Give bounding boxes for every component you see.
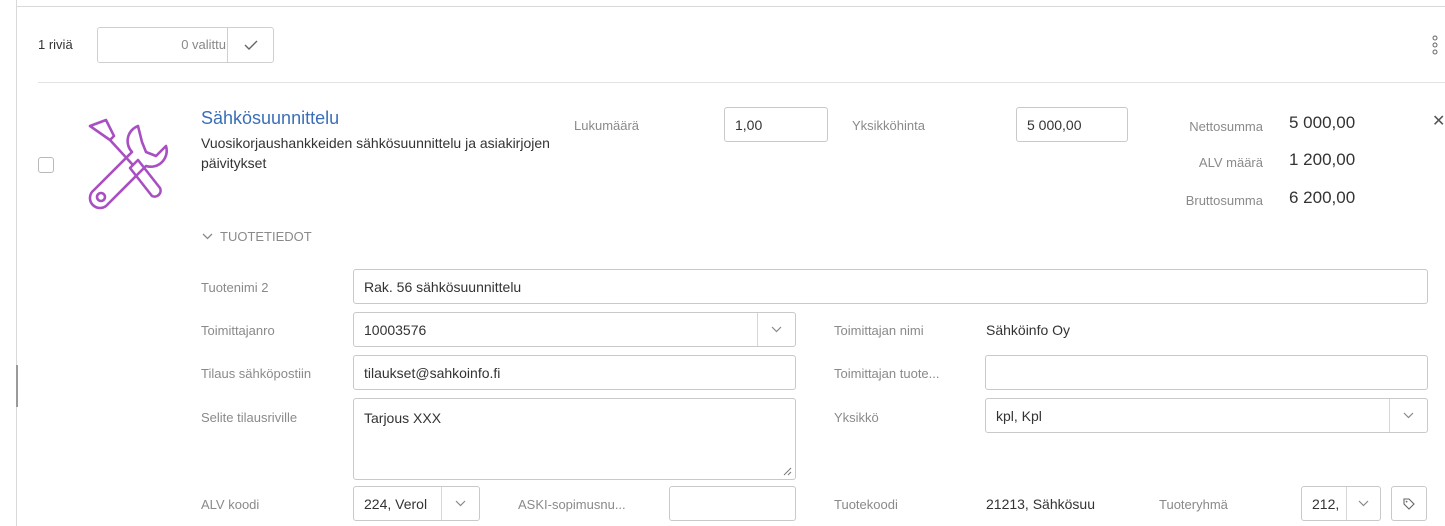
vat-code-value: 224, Verol [364,495,428,512]
select-all-button[interactable] [227,28,273,62]
product-code-value: 21213, Sähkösuu [986,496,1095,512]
product-group-select[interactable]: 212, [1301,486,1381,521]
product-name2-input[interactable]: Rak. 56 sähkösuunnittelu [353,269,1428,304]
gross-sum-label: Bruttosumma [1185,193,1263,208]
section-label: TUOTETIEDOT [220,229,312,244]
check-icon [244,40,257,50]
product-title[interactable]: Sähkösuunnittelu [201,108,339,129]
tag-icon [1403,497,1415,510]
vat-amount-value: 1 200,00 [1289,150,1356,169]
supplier-no-label: Toimittajanro [201,323,275,338]
product-details-toggle[interactable]: TUOTETIEDOT [202,229,312,244]
unit-select[interactable]: kpl, Kpl [985,398,1428,433]
aski-label: ASKI-sopimusnu... [518,497,626,512]
supplier-no-value: 10003576 [364,321,427,338]
vat-amount-label: ALV määrä [1198,155,1263,170]
selection-counter: 0 valittu [97,27,274,63]
frame-border-top [16,6,1445,7]
vat-code-label: ALV koodi [201,497,260,512]
net-sum-label: Nettosumma [1189,119,1263,134]
row-count: 1 riviä [38,37,73,52]
gross-sum-value: 6 200,00 [1289,188,1356,207]
net-sum-value: 5 000,00 [1289,113,1356,132]
product-description: Vuosikorjaushankkeiden sähkösuunnittelu … [201,135,550,171]
tag-button[interactable] [1391,486,1427,521]
resize-grip-icon[interactable] [782,466,792,476]
aski-input[interactable] [669,486,796,521]
product-code-label: Tuotekoodi [834,497,898,512]
quantity-label: Lukumäärä [574,118,640,133]
order-note-textarea[interactable]: Tarjous XXX [353,398,796,480]
row-checkbox[interactable] [38,157,54,173]
chevron-down-icon [455,500,466,507]
supplier-no-dropdown-button[interactable] [757,313,795,346]
frame-border-left [16,0,17,526]
supplier-no-select[interactable]: 10003576 [353,312,796,347]
order-email-input[interactable]: tilaukset@sahkoinfo.fi [353,355,796,390]
toolbar-divider [38,82,1445,83]
vat-code-dropdown-button[interactable] [441,487,479,520]
chevron-down-icon [1403,412,1414,419]
product-name2-label: Tuotenimi 2 [201,280,269,295]
chevron-down-icon [1358,500,1369,507]
quantity-input[interactable]: 1,00 [724,107,828,142]
chevron-down-icon [202,233,213,240]
order-email-label: Tilaus sähköpostiin [201,366,312,381]
close-icon[interactable]: ✕ [1432,111,1445,131]
unit-price-input[interactable]: 5 000,00 [1016,107,1128,142]
order-note-value: Tarjous XXX [364,410,442,426]
supplier-name-label: Toimittajan nimi [834,323,924,338]
vat-code-select[interactable]: 224, Verol [353,486,480,521]
tools-icon [88,118,168,210]
order-note-label: Selite tilausriville [201,410,298,425]
more-options-icon[interactable] [1431,35,1439,55]
product-group-label: Tuoteryhmä [1159,497,1228,512]
selected-count: 0 valittu [181,37,226,52]
frame-resize-handle[interactable] [16,365,18,407]
unit-label: Yksikkö [834,410,879,425]
product-group-dropdown-button[interactable] [1346,487,1380,520]
unit-value: kpl, Kpl [996,407,1042,424]
chevron-down-icon [771,326,782,333]
unit-price-label: Yksikköhinta [852,118,925,133]
unit-dropdown-button[interactable] [1389,399,1427,432]
supplier-product-label: Toimittajan tuote... [834,366,940,381]
supplier-name-value: Sähköinfo Oy [986,322,1071,338]
supplier-product-input[interactable] [985,355,1428,390]
product-group-value: 212, [1312,495,1340,512]
